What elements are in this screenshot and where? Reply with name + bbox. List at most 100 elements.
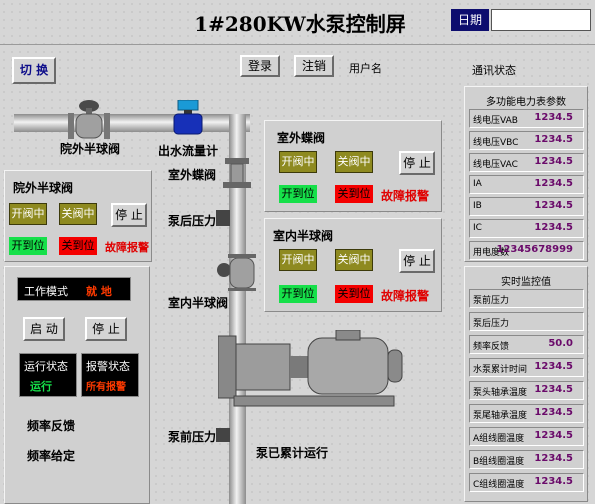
work-mode-display: 工作模式 就 地 (17, 277, 131, 301)
realtime-row-value: 1234.5 (534, 476, 573, 487)
meter-row-label: 线电压VAC (473, 160, 518, 170)
outdoor-valve-title: 室外蝶阀 (277, 131, 326, 145)
alarm-status-display: 报警状态 所有报警 (81, 353, 139, 397)
work-mode-value: 就 地 (86, 285, 112, 298)
outdoor-stop-button[interactable]: 停 止 (399, 151, 435, 175)
header-divider (0, 44, 595, 45)
username-label: 用户名 (349, 62, 382, 75)
outdoor-closed-indicator: 关到位 (335, 185, 373, 203)
realtime-row-label: 水泵累计时间 (473, 365, 528, 375)
realtime-row: 泵前压力 (469, 289, 584, 308)
realtime-row-label: 泵后压力 (473, 319, 510, 329)
indoor-closing-indicator: 关阀中 (335, 249, 373, 271)
realtime-row-label: 泵尾轴承温度 (473, 411, 528, 421)
outdoor-opened-indicator: 开到位 (279, 185, 317, 203)
runtime-label: 泵已累计运行 (256, 446, 329, 460)
outdoor-butterfly-valve-symbol (219, 156, 255, 190)
meter-row: IA 1234.5 (469, 175, 584, 194)
page-title: 1#280KW水泵控制屏 (194, 12, 406, 36)
meter-row-label: IB (473, 201, 482, 211)
realtime-row-label: A组线圈温度 (473, 434, 525, 444)
outdoor-opening-indicator: 开阀中 (279, 151, 317, 173)
meter-row: 用电度数 12345678999 (469, 241, 584, 260)
pre-pressure-gauge-icon (216, 428, 230, 442)
run-status-label: 运行状态 (24, 360, 68, 373)
start-button[interactable]: 启 动 (23, 317, 65, 341)
outside-closed-indicator: 关到位 (59, 237, 97, 255)
stop-button[interactable]: 停 止 (85, 317, 127, 341)
indoor-opening-indicator: 开阀中 (279, 249, 317, 271)
realtime-row-label: 泵前压力 (473, 296, 510, 306)
meter-row: 线电压VBC 1234.5 (469, 131, 584, 150)
realtime-row-value: 1234.5 (534, 453, 573, 464)
realtime-row: B组线圈温度 1234.5 (469, 450, 584, 469)
main-horizontal-pipe (14, 114, 250, 132)
meter-row-value: 12345678999 (496, 244, 573, 255)
realtime-row: C组线圈温度 1234.5 (469, 473, 584, 492)
realtime-row: 泵尾轴承温度 1234.5 (469, 404, 584, 423)
realtime-row-label: 频率反馈 (473, 342, 510, 352)
meter-row-value: 1234.5 (534, 156, 573, 167)
outside-valve-title: 院外半球阀 (13, 181, 74, 195)
indoor-closed-indicator: 关到位 (335, 285, 373, 303)
switch-button[interactable]: 切 换 (12, 57, 56, 84)
meter-title: 多功能电力表参数 (486, 97, 566, 108)
meter-row-label: IA (473, 179, 482, 189)
pump-motor-symbol (217, 329, 408, 410)
work-mode-label: 工作模式 (24, 285, 68, 298)
outside-stop-button[interactable]: 停 止 (111, 203, 147, 227)
realtime-title: 实时监控值 (501, 277, 551, 288)
meter-row-value: 1234.5 (534, 222, 573, 233)
meter-row-value: 1234.5 (534, 178, 573, 189)
meter-row-value: 1234.5 (534, 200, 573, 211)
meter-row: 线电压VAB 1234.5 (469, 109, 584, 128)
outside-ball-valve-symbol (66, 100, 112, 144)
outside-closing-indicator: 关阀中 (59, 203, 97, 225)
meter-row-label: 线电压VAB (473, 116, 518, 126)
work-panel: 工作模式 就 地 启 动 停 止 运行状态 运行 报警状态 所有报警 频率反馈 … (4, 266, 150, 504)
meter-panel: 多功能电力表参数 线电压VAB 1234.5 线电压VBC 1234.5 线电压VAC 1… (464, 86, 588, 262)
indoor-ball-valve-label: 室内半球阀 (168, 296, 229, 310)
realtime-row-value: 50.0 (548, 338, 573, 349)
post-pressure-label: 泵后压力 (168, 214, 217, 228)
outdoor-closing-indicator: 关阀中 (335, 151, 373, 173)
alarm-status-value: 所有报警 (86, 382, 126, 393)
outdoor-fault-alarm: 故障报警 (381, 189, 430, 203)
meter-row: 线电压VAC 1234.5 (469, 153, 584, 172)
realtime-row: 水泵累计时间 1234.5 (469, 358, 584, 377)
meter-row: IB 1234.5 (469, 197, 584, 216)
realtime-row-label: 泵头轴承温度 (473, 388, 528, 398)
freq-feedback-label: 频率反馈 (27, 419, 76, 433)
indoor-valve-panel: 室内半球阀 开阀中 关阀中 停 止 开到位 关到位 故障报警 (264, 218, 442, 312)
pre-pressure-label: 泵前压力 (168, 430, 217, 444)
date-field[interactable] (491, 9, 591, 31)
comm-status-label: 通讯状态 (472, 64, 516, 77)
freq-setpoint-label: 频率给定 (27, 449, 76, 463)
alarm-status-label: 报警状态 (86, 360, 130, 373)
outdoor-butterfly-label: 室外蝶阀 (168, 168, 217, 182)
realtime-row: 泵头轴承温度 1234.5 (469, 381, 584, 400)
meter-row: IC 1234.5 (469, 219, 584, 238)
indoor-stop-button[interactable]: 停 止 (399, 249, 435, 273)
indoor-fault-alarm: 故障报警 (381, 289, 430, 303)
flowmeter-symbol (170, 99, 206, 140)
realtime-row-label: C组线圈温度 (473, 480, 525, 490)
outside-opening-indicator: 开阀中 (9, 203, 47, 225)
realtime-row-value: 1234.5 (534, 384, 573, 395)
logout-button[interactable]: 注销 (294, 55, 334, 77)
outdoor-valve-panel: 室外蝶阀 开阀中 关阀中 停 止 开到位 关到位 故障报警 (264, 120, 442, 212)
login-button[interactable]: 登录 (240, 55, 280, 77)
flowmeter-label: 出水流量计 (158, 144, 219, 158)
outside-valve-panel: 院外半球阀 开阀中 关阀中 停 止 开到位 关到位 故障报警 (4, 170, 152, 262)
realtime-row: A组线圈温度 1234.5 (469, 427, 584, 446)
run-status-display: 运行状态 运行 (19, 353, 77, 397)
realtime-row-value: 1234.5 (534, 430, 573, 441)
realtime-panel: 实时监控值 泵前压力 泵后压力 频率反馈 50.0 水泵累计时间 1234.5 泵头轴承温度… (464, 266, 588, 502)
run-status-value: 运行 (30, 380, 52, 393)
indoor-ball-valve-symbol (212, 252, 262, 292)
post-pressure-gauge-icon (216, 210, 230, 226)
realtime-row-value: 1234.5 (534, 361, 573, 372)
indoor-valve-title: 室内半球阀 (273, 229, 334, 243)
meter-row-label: 线电压VBC (473, 138, 519, 148)
realtime-row-value: 1234.5 (534, 407, 573, 418)
